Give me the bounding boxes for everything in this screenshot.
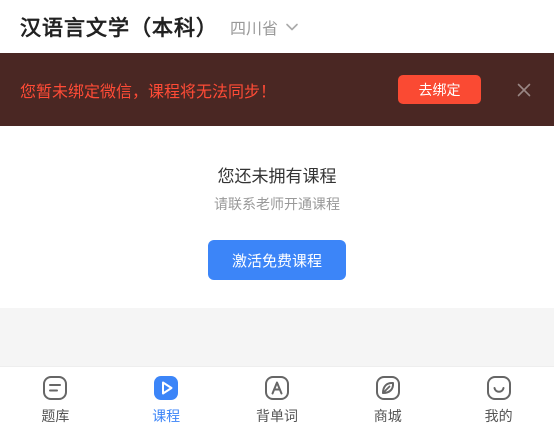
course-header: 汉语言文学（本科） 四川省 [0, 0, 554, 53]
tab-label: 商城 [373, 409, 402, 425]
profile-icon [486, 376, 511, 400]
shop-icon [375, 376, 400, 400]
tab-vocabulary[interactable]: 背单词 [222, 367, 333, 432]
course-empty-state: 您还未拥有课程 请联系老师开通课程 激活免费课程 [0, 126, 554, 308]
wechat-bind-banner: 您暂未绑定微信，课程将无法同步！ 去绑定 [0, 53, 554, 126]
tab-courses[interactable]: 课程 [111, 367, 222, 432]
chevron-down-icon[interactable] [284, 19, 300, 35]
activate-free-course-button[interactable]: 激活免费课程 [208, 240, 346, 280]
play-icon [154, 376, 179, 400]
banner-message: 您暂未绑定微信，课程将无法同步！ [20, 81, 277, 101]
close-icon[interactable] [514, 80, 534, 100]
bind-wechat-button[interactable]: 去绑定 [398, 75, 481, 104]
bottom-tab-bar: 题库 课程 背单词 商城 我的 [0, 366, 554, 432]
empty-subtitle: 请联系老师开通课程 [214, 197, 340, 213]
tab-label: 背单词 [255, 409, 298, 425]
vocabulary-icon [264, 376, 289, 400]
tab-question-bank[interactable]: 题库 [0, 367, 111, 432]
empty-title: 您还未拥有课程 [217, 167, 337, 187]
tab-shop[interactable]: 商城 [332, 367, 443, 432]
question-bank-icon [43, 376, 68, 400]
tab-profile[interactable]: 我的 [443, 367, 554, 432]
tab-label: 课程 [152, 409, 181, 425]
tab-label: 题库 [41, 409, 70, 425]
province-selector[interactable]: 四川省 [230, 15, 278, 39]
tab-label: 我的 [484, 409, 513, 425]
course-title: 汉语言文学（本科） [20, 15, 218, 40]
